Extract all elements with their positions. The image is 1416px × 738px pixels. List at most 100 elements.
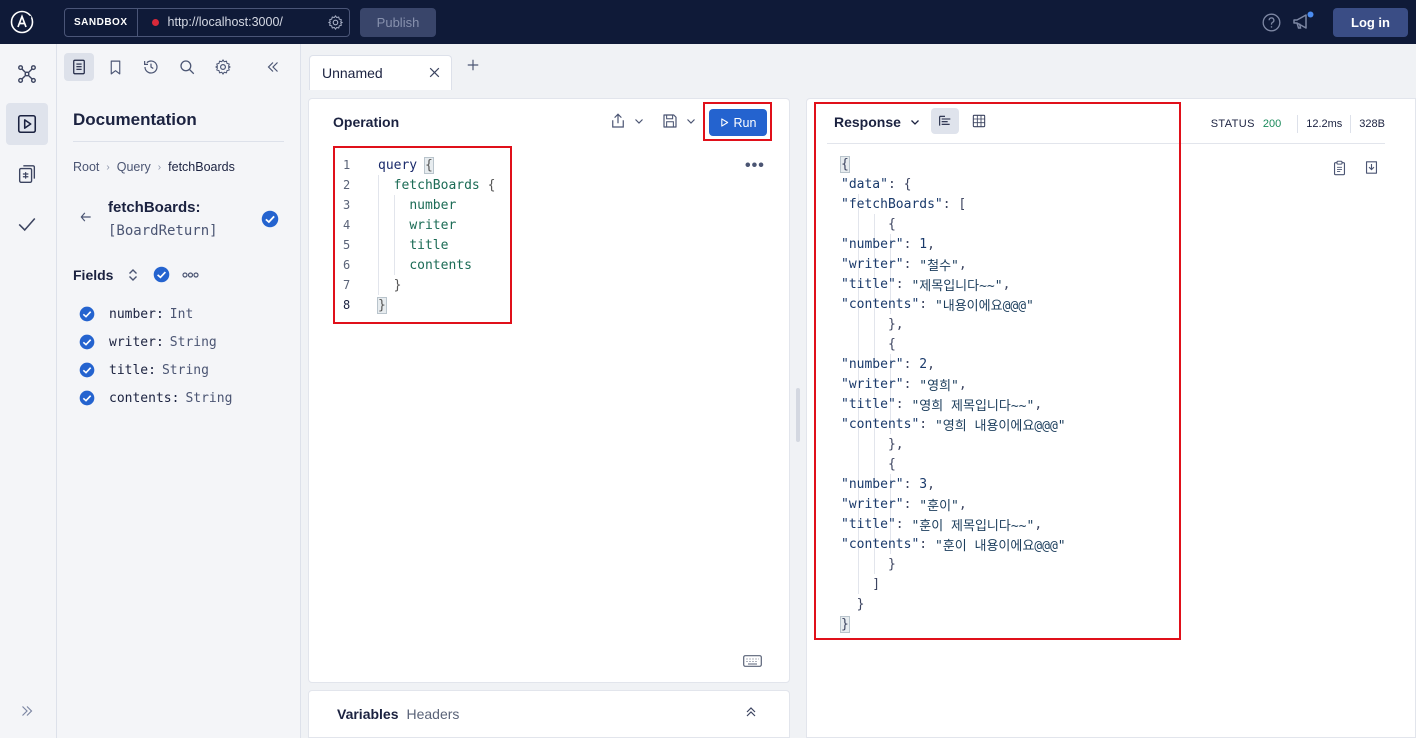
graph-icon[interactable] bbox=[6, 53, 48, 95]
table-view-icon[interactable] bbox=[965, 108, 993, 134]
chevron-down-icon[interactable] bbox=[685, 115, 697, 127]
json-key: "title" bbox=[841, 276, 896, 292]
line-number: 2 bbox=[343, 178, 351, 192]
check-circle-icon[interactable] bbox=[79, 306, 95, 322]
gear-icon[interactable] bbox=[321, 14, 349, 31]
breadcrumb-query[interactable]: Query bbox=[117, 160, 151, 174]
response-title-dropdown[interactable]: Response bbox=[834, 114, 921, 130]
code-brace: { bbox=[487, 177, 496, 193]
code-field: writer bbox=[409, 217, 457, 233]
share-icon[interactable] bbox=[609, 112, 645, 130]
list-item[interactable]: number: Int bbox=[79, 300, 232, 328]
apollo-logo-icon[interactable] bbox=[0, 0, 44, 44]
endpoint-url[interactable]: http://localhost:3000/ bbox=[168, 15, 321, 29]
field-item-type[interactable]: Int bbox=[170, 307, 193, 322]
publish-button[interactable]: Publish bbox=[360, 7, 436, 37]
response-panel: Response STATUS 200 12.2ms 328B { "data"… bbox=[806, 98, 1416, 738]
code-field: contents bbox=[409, 257, 472, 273]
json-value: "제목입니다~~" bbox=[911, 278, 1003, 294]
tab-bar: Unnamed bbox=[301, 44, 1416, 90]
json-value: "철수" bbox=[919, 258, 959, 274]
chevron-right-icon: › bbox=[106, 161, 110, 173]
json-brace: { bbox=[840, 155, 850, 173]
clipboard-icon[interactable] bbox=[1331, 159, 1348, 182]
more-icon[interactable] bbox=[182, 271, 200, 279]
operation-editor[interactable]: 1 query { 2 fetchBoards { 3 number 4 writ… bbox=[309, 155, 495, 315]
plus-icon[interactable] bbox=[466, 58, 480, 77]
play-icon[interactable] bbox=[6, 103, 48, 145]
breadcrumb-current: fetchBoards bbox=[168, 160, 235, 174]
run-button[interactable]: Run bbox=[709, 109, 767, 136]
bookmark-icon[interactable] bbox=[100, 53, 130, 81]
breadcrumb-root[interactable]: Root bbox=[73, 160, 99, 174]
save-icon[interactable] bbox=[661, 112, 697, 130]
list-view-icon[interactable] bbox=[931, 108, 959, 134]
expand-icon[interactable] bbox=[6, 690, 48, 732]
list-item[interactable]: writer: String bbox=[79, 328, 232, 356]
check-circle-icon[interactable] bbox=[261, 210, 279, 233]
tab-unnamed[interactable]: Unnamed bbox=[309, 55, 452, 90]
json-value: "영희" bbox=[919, 378, 959, 394]
sort-icon[interactable] bbox=[127, 268, 139, 282]
json-value: 3 bbox=[919, 476, 928, 492]
endpoint-box[interactable]: SANDBOX http://localhost:3000/ bbox=[64, 7, 350, 37]
help-icon[interactable] bbox=[1255, 12, 1287, 33]
collapse-icon[interactable] bbox=[258, 53, 288, 81]
field-item-type[interactable]: String bbox=[162, 363, 209, 378]
json-key: "contents" bbox=[841, 296, 920, 312]
json-value: "훈이" bbox=[919, 498, 959, 514]
chevron-up-double-icon[interactable] bbox=[743, 704, 759, 725]
json-key: "data" bbox=[841, 176, 888, 192]
list-item[interactable]: title: String bbox=[79, 356, 232, 384]
json-key: "fetchBoards" bbox=[841, 196, 943, 212]
field-item-type[interactable]: String bbox=[185, 391, 232, 406]
json-key: "writer" bbox=[841, 496, 904, 512]
history-icon[interactable] bbox=[136, 53, 166, 81]
docs-icon[interactable] bbox=[64, 53, 94, 81]
line-number: 3 bbox=[343, 198, 351, 212]
fields-list: number: Int writer: String title: String… bbox=[79, 300, 232, 412]
json-key: "number" bbox=[841, 476, 904, 492]
documentation-panel: Documentation Root › Query › fetchBoards… bbox=[57, 44, 301, 738]
left-rail bbox=[0, 44, 57, 738]
schema-icon[interactable] bbox=[6, 153, 48, 195]
divider bbox=[1297, 115, 1299, 133]
check-circle-icon[interactable] bbox=[79, 390, 95, 406]
response-meta: STATUS 200 12.2ms 328B bbox=[1211, 115, 1385, 133]
close-icon[interactable] bbox=[428, 66, 441, 82]
response-json[interactable]: { "data": { "fetchBoards": [ { "number":… bbox=[840, 154, 1066, 634]
field-item-type[interactable]: String bbox=[170, 335, 217, 350]
check-circle-icon[interactable] bbox=[79, 362, 95, 378]
download-icon[interactable] bbox=[1363, 159, 1380, 181]
check-circle-icon[interactable] bbox=[79, 334, 95, 350]
chevron-down-icon[interactable] bbox=[633, 115, 645, 127]
gear-icon[interactable] bbox=[208, 53, 238, 81]
list-item[interactable]: contents: String bbox=[79, 384, 232, 412]
json-key: "number" bbox=[841, 236, 904, 252]
play-icon bbox=[720, 118, 728, 127]
search-icon[interactable] bbox=[172, 53, 202, 81]
operation-title: Operation bbox=[333, 114, 400, 130]
json-brace: } bbox=[840, 615, 850, 633]
arrow-left-icon[interactable] bbox=[79, 210, 93, 229]
chevron-right-icon: › bbox=[157, 161, 162, 173]
check-icon[interactable] bbox=[6, 203, 48, 245]
field-type[interactable]: [BoardReturn] bbox=[108, 223, 218, 239]
operation-panel: Operation Run ••• 1 query { 2 fetchBoards… bbox=[308, 98, 790, 683]
breadcrumb: Root › Query › fetchBoards bbox=[73, 160, 235, 174]
line-number: 8 bbox=[343, 298, 351, 312]
status-label: STATUS bbox=[1210, 118, 1255, 130]
code-brace: } bbox=[377, 296, 387, 314]
check-circle-icon[interactable] bbox=[153, 266, 170, 283]
megaphone-icon[interactable] bbox=[1287, 11, 1319, 33]
json-value: "내용이에요@@@" bbox=[934, 298, 1034, 314]
tab-variables[interactable]: Variables bbox=[337, 706, 399, 722]
keyboard-icon[interactable] bbox=[743, 654, 762, 672]
panel-resize-handle[interactable] bbox=[796, 388, 800, 442]
more-icon[interactable]: ••• bbox=[745, 157, 765, 175]
code-brace: { bbox=[423, 156, 434, 174]
tab-headers[interactable]: Headers bbox=[407, 706, 460, 722]
json-key: "contents" bbox=[841, 536, 920, 552]
json-value: 1 bbox=[919, 236, 928, 252]
login-button[interactable]: Log in bbox=[1333, 7, 1408, 37]
